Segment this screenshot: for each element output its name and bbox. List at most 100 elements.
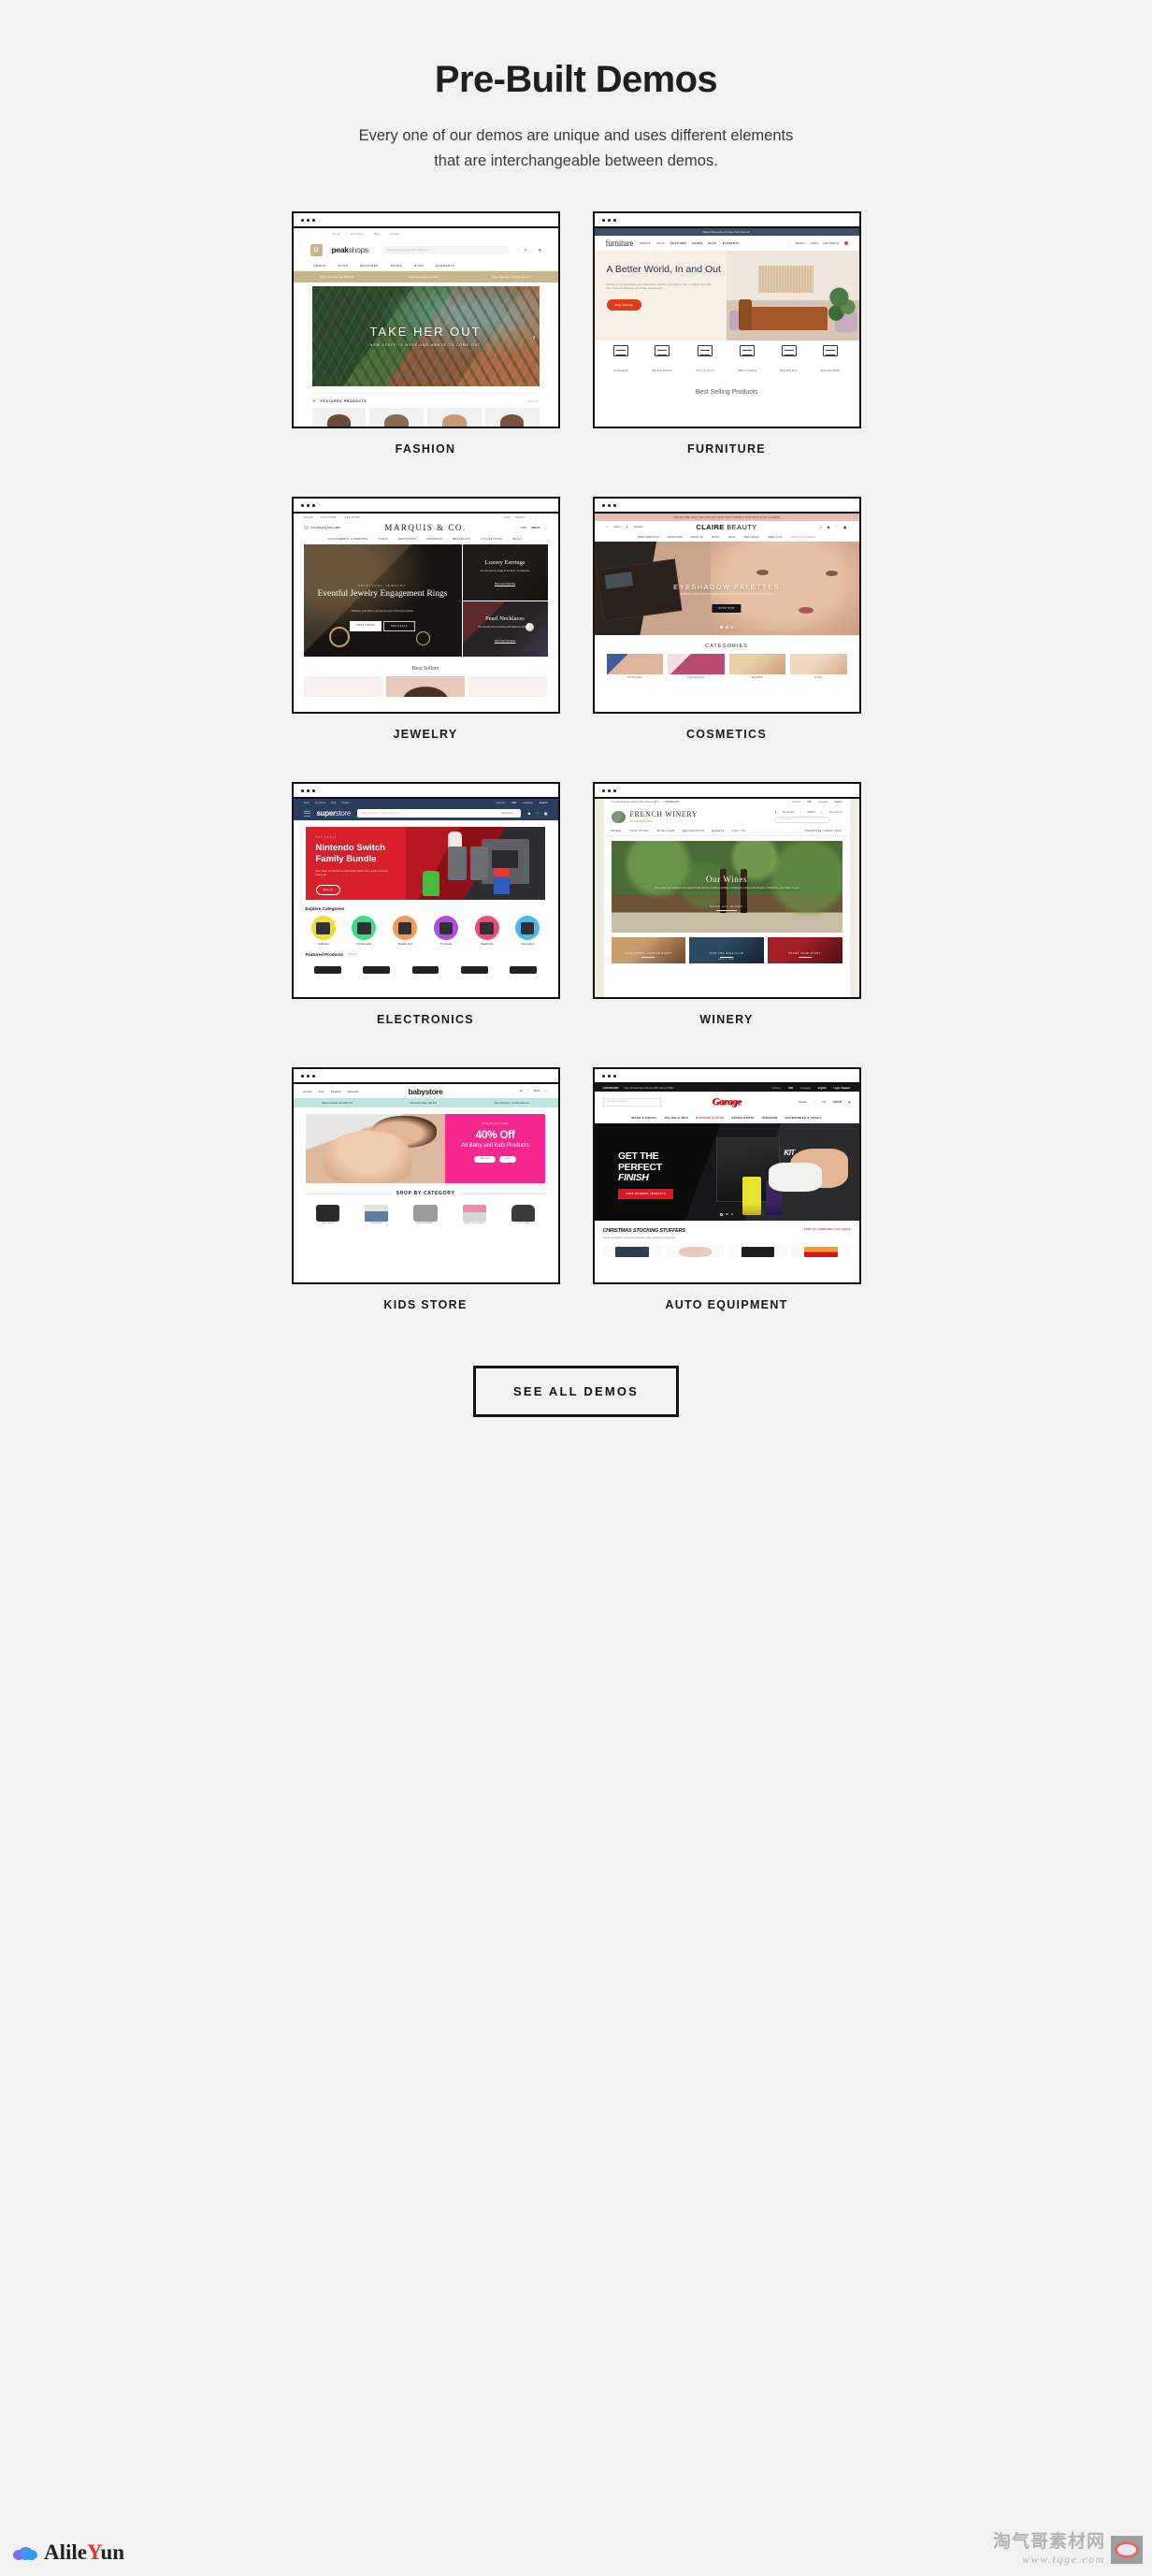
jewelry-wishlist[interactable]: WISHLIST — [515, 516, 526, 519]
electronics-search-input[interactable]: Search for items, brands, articles etc. … — [357, 809, 521, 818]
cart-icon[interactable]: 🛒 — [544, 1090, 547, 1093]
menu-burger-icon[interactable] — [303, 811, 310, 817]
product-thumb[interactable] — [484, 408, 540, 427]
browser-frame-kids-store[interactable]: Demos Shop Features Elements babystore ☻… — [291, 1067, 560, 1285]
jewelry-shop-rings-button[interactable]: SHOP RINGS — [350, 621, 382, 632]
product-thumb[interactable] — [402, 961, 449, 975]
cosmetics-menu-item-special[interactable]: SPECIAL OFFERS — [791, 536, 815, 539]
browser-frame-furniture[interactable]: Black Friday deals end today. Don't miss… — [592, 211, 861, 429]
electronics-featured-link[interactable]: View all — [348, 953, 356, 956]
electronics-category[interactable]: Wearable Tech — [387, 916, 424, 946]
carousel-dot-icon[interactable] — [720, 1213, 724, 1217]
winery-menu-item[interactable]: WINE CLUB — [657, 830, 675, 832]
demo-card-furniture[interactable]: Black Friday deals end today. Don't miss… — [592, 211, 861, 456]
jewelry-login[interactable]: LOGIN — [503, 516, 510, 519]
fashion-topnav-item[interactable]: Our Stores — [350, 232, 364, 236]
fashion-menu-item[interactable]: PAGES — [391, 264, 402, 268]
kids-pill-kids[interactable]: KIDS — [499, 1155, 516, 1163]
furniture-search-label[interactable]: SEARCH — [795, 242, 805, 245]
carousel-dot-icon[interactable] — [720, 626, 724, 630]
furniture-login-label[interactable]: LOGIN — [810, 242, 817, 245]
furniture-category[interactable]: Office Furniture — [738, 344, 756, 376]
cosmetics-menu-item[interactable]: NEW ARRIVALS — [638, 536, 659, 539]
browser-frame-jewelry[interactable]: ENGLISH FIND A STORE +1.800.123.6891 LOG… — [291, 497, 560, 715]
auto-menu-item[interactable]: ACCESORIES & TOOLS — [785, 1116, 821, 1120]
jewelry-menu-item[interactable]: EARRINGS — [426, 538, 442, 541]
carousel-next-icon[interactable]: › — [533, 332, 536, 341]
currency-value[interactable]: USD — [511, 802, 516, 804]
jewelry-menu-item[interactable]: BRACELETS — [453, 538, 470, 541]
carousel-dot-icon[interactable] — [730, 626, 733, 629]
winery-search-input[interactable]: Find a product ⌕ — [774, 816, 831, 823]
electronics-category[interactable]: Cellphones — [306, 916, 342, 946]
fashion-featured-link[interactable]: Shop all — [527, 400, 539, 403]
twitter-icon[interactable]: ▪ — [536, 516, 537, 519]
jewelry-menu-item[interactable]: RINGS — [379, 538, 388, 541]
kids-category[interactable]: HIGHCHAIRS — [403, 1201, 448, 1224]
fashion-menu-item[interactable]: ELEMENTS — [436, 264, 454, 268]
browser-frame-fashion[interactable]: About Our Stores Blog Contact U peakshop… — [291, 211, 560, 429]
browser-frame-cosmetics[interactable]: LIMITED TIME ONLY! GET 15% OFF YOUR FIRS… — [592, 497, 861, 715]
jewelry-menu-item[interactable]: COLLECTIONS — [481, 538, 502, 541]
jewelry-tile-link[interactable]: Shop Pearl Necklaces — [463, 641, 548, 643]
furniture-cart-label[interactable]: CART $182.52 — [823, 242, 840, 245]
product-thumb[interactable] — [791, 1244, 851, 1258]
product-thumb[interactable] — [369, 408, 424, 427]
auto-menu-item[interactable]: SPARE PARTS — [731, 1116, 754, 1120]
demo-card-kids-store[interactable]: Demos Shop Features Elements babystore ☻… — [291, 1067, 560, 1311]
jewelry-tile-earrings[interactable]: Luxury Earrings You can't just buy thing… — [462, 544, 548, 601]
winery-wishlist-link[interactable]: Wishlist — [807, 811, 814, 814]
language-value[interactable]: English — [540, 802, 548, 804]
furniture-category[interactable]: Living Room — [613, 344, 628, 376]
furniture-menu-item[interactable]: BLOG — [708, 241, 716, 245]
kids-pill-baby-boy[interactable]: BABY BOY — [474, 1155, 497, 1163]
cosmetics-menu-item[interactable]: WELLNESS — [743, 536, 759, 539]
electronics-category[interactable]: PC Gaming — [428, 916, 465, 946]
jewelry-tile-necklaces[interactable]: Pearl Necklaces The only way to do somet… — [462, 601, 548, 658]
user-icon[interactable]: ☻ — [527, 811, 531, 816]
cosmetics-hero-cta[interactable]: SHOP NOW — [712, 604, 742, 614]
electronics-category[interactable]: Headphones — [468, 916, 505, 946]
furniture-menu-item[interactable]: PAGES — [692, 241, 702, 245]
furniture-category[interactable]: Dining & Kitchen — [652, 344, 672, 376]
electronics-topnav-item[interactable]: Our Stores — [315, 802, 326, 804]
demo-card-jewelry[interactable]: ENGLISH FIND A STORE +1.800.123.6891 LOG… — [291, 497, 560, 741]
auto-section-link[interactable]: SHOP ALL CHRISTMAS GIFT IDEAS — [804, 1228, 851, 1231]
instagram-icon[interactable]: ▪ — [541, 516, 542, 519]
cosmetics-category[interactable]: SKINCARE — [606, 654, 663, 679]
demo-card-cosmetics[interactable]: LIMITED TIME ONLY! GET 15% OFF YOUR FIRS… — [592, 497, 861, 741]
furniture-category[interactable]: Sectional Sofas — [821, 344, 840, 376]
demo-card-winery[interactable]: Free Standard Rate Shipping With Orders … — [592, 782, 861, 1026]
heart-icon[interactable]: ♡ — [536, 811, 540, 816]
electronics-topnav-item[interactable]: About — [304, 802, 310, 804]
heart-icon[interactable]: ♡ — [835, 525, 839, 529]
bag-icon[interactable]: ▣ — [539, 248, 541, 252]
search-scope-select[interactable]: Everything — [502, 812, 513, 815]
jewelry-menu-item[interactable]: ENGAGEMENT & WEDDING — [328, 538, 367, 541]
browser-frame-electronics[interactable]: About Our Stores Blog Contact Currency U… — [291, 782, 560, 1000]
fashion-topnav-item[interactable]: About — [333, 232, 340, 236]
product-thumb[interactable] — [665, 1244, 725, 1258]
cosmetics-menu-item[interactable]: SKINCARE — [668, 536, 683, 539]
user-icon[interactable]: ☻ — [524, 248, 526, 252]
furniture-menu-item[interactable]: SHOP — [656, 241, 665, 245]
search-icon[interactable]: ⌕ — [825, 818, 826, 820]
language-value[interactable]: English — [834, 802, 842, 803]
currency-value[interactable]: USD — [788, 1087, 793, 1090]
demo-card-auto-equipment[interactable]: 1-840-849-2340 Free Standard Rate Shippi… — [592, 1067, 861, 1311]
fashion-search-input[interactable]: Search for items, brands, articles etc. — [382, 245, 509, 254]
demo-card-fashion[interactable]: About Our Stores Blog Contact U peakshop… — [291, 211, 560, 456]
jewelry-menu-item[interactable]: DEALS — [512, 538, 523, 541]
bag-icon[interactable]: ▣ — [544, 811, 548, 816]
fashion-menu-item[interactable]: BLOG — [414, 264, 424, 268]
fashion-menu-item[interactable]: DEMOS — [314, 264, 326, 268]
bag-icon[interactable]: ▣ — [848, 1101, 850, 1104]
cosmetics-category[interactable]: FRAGRANCE — [668, 654, 725, 679]
cosmetics-menu-item[interactable]: MAKE UP — [691, 536, 704, 539]
product-thumb[interactable] — [311, 408, 367, 427]
user-icon[interactable]: ☻ — [827, 525, 830, 529]
winery-cart-link[interactable]: View Cart (1) — [829, 811, 842, 814]
fashion-menu-item[interactable]: SHOP — [338, 264, 348, 268]
winery-purchase-link[interactable]: PURCHASE TODAY ($59) — [805, 830, 842, 832]
jewelry-language[interactable]: ENGLISH — [304, 516, 314, 519]
